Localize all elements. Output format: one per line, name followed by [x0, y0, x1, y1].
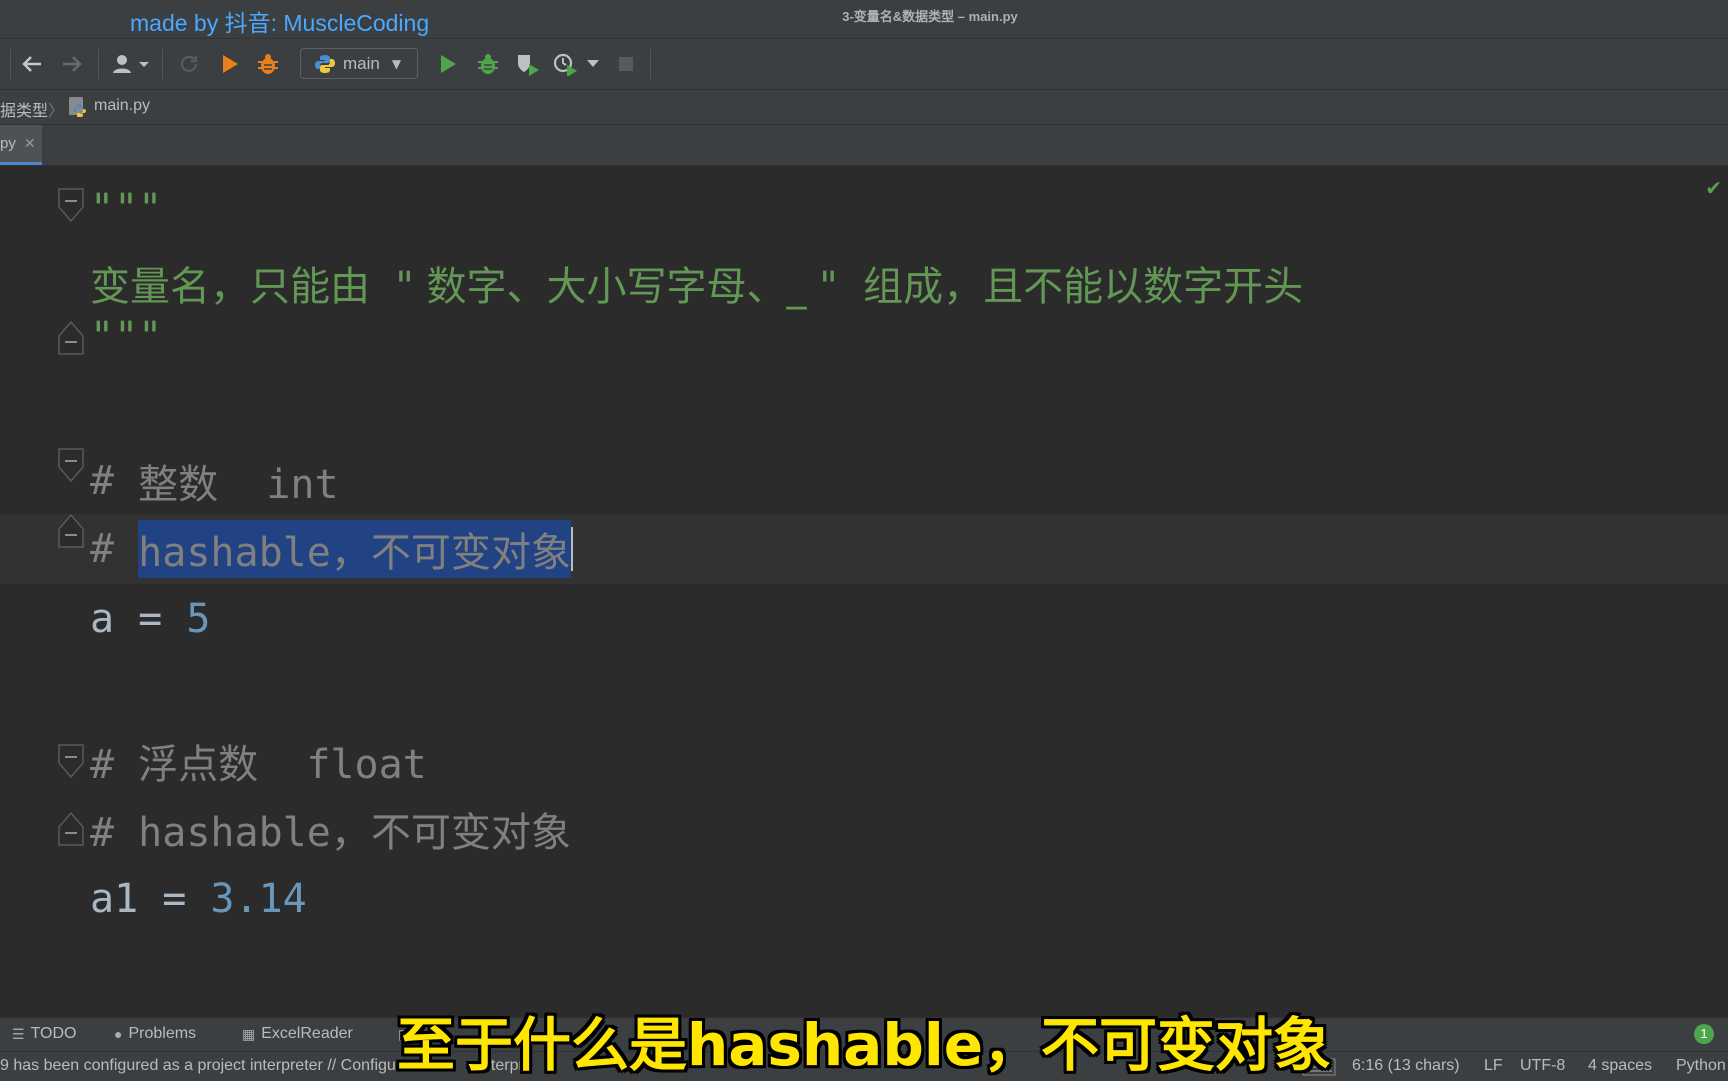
- text-caret: [570, 527, 573, 571]
- debug-bug-icon[interactable]: [254, 51, 282, 77]
- chevron-down-icon[interactable]: [582, 51, 604, 77]
- comment-hash: #: [90, 458, 139, 504]
- code-number: 5: [186, 596, 211, 642]
- fold-marker-icon[interactable]: [58, 512, 84, 548]
- python-icon: [315, 54, 335, 74]
- inspection-ok-icon[interactable]: ✔: [1705, 176, 1722, 200]
- code-line[interactable]: # hashable，不可变对象: [90, 794, 571, 864]
- fold-marker-icon[interactable]: [58, 188, 84, 224]
- chevron-down-icon: ▼: [391, 56, 402, 71]
- editor-tabs: py ✕: [0, 125, 1728, 166]
- code-line[interactable]: # 整数 int: [90, 446, 339, 516]
- toolbar-separator: [650, 49, 651, 79]
- user-icon[interactable]: [108, 51, 154, 77]
- fold-marker-icon[interactable]: [58, 810, 84, 846]
- breadcrumb-separator-icon: 〉: [48, 103, 65, 120]
- window-title: 3-变量名&数据类型 – main.py: [842, 9, 1018, 24]
- selected-text[interactable]: hashable，不可变对象: [138, 520, 571, 578]
- run-configuration-select[interactable]: main ▼: [300, 48, 418, 79]
- video-subtitle: 至于什么是hashable，不可变对象: [396, 1011, 1332, 1079]
- run-config-label: main: [343, 53, 380, 73]
- fold-marker-icon[interactable]: [58, 319, 84, 355]
- watermark-text: made by 抖音: MuscleCoding: [130, 10, 430, 36]
- code-line[interactable]: a1 = 3.14: [90, 864, 307, 934]
- title-bar: made by 抖音: MuscleCoding 3-变量名&数据类型 – ma…: [0, 0, 1728, 39]
- toolbar-separator: [98, 49, 99, 79]
- code-line[interactable]: """: [90, 174, 162, 244]
- code-editor[interactable]: ✔ """ 变量名，只能由 " 数字、大小写字母、_ " 组成，且不能以数字开头…: [0, 166, 1728, 1026]
- breadcrumb-folder[interactable]: 据类型: [0, 97, 48, 121]
- comment-text: 整数 int: [138, 462, 339, 508]
- code-number: 3.14: [210, 876, 307, 922]
- toolbar-separator: [10, 49, 11, 79]
- code-identifier: a1 =: [90, 876, 211, 922]
- code-line[interactable]: a = 5: [90, 584, 210, 654]
- code-identifier: a =: [90, 596, 187, 642]
- main-toolbar: main ▼: [0, 39, 1728, 90]
- tab-label: py: [0, 135, 16, 152]
- back-arrow-icon[interactable]: [18, 51, 46, 77]
- fold-marker-icon[interactable]: [58, 448, 84, 484]
- debug-icon[interactable]: [474, 51, 502, 77]
- forward-arrow-icon[interactable]: [58, 51, 86, 77]
- run-icon[interactable]: [434, 51, 462, 77]
- profile-icon[interactable]: [552, 51, 580, 77]
- code-line[interactable]: """: [90, 302, 162, 372]
- close-icon[interactable]: ✕: [24, 135, 36, 152]
- python-file-icon: [68, 96, 88, 123]
- breadcrumb: 据类型 〉 main.py: [0, 90, 1728, 125]
- code-line[interactable]: # hashable，不可变对象: [90, 514, 573, 584]
- tab-main-py[interactable]: py ✕: [0, 125, 42, 165]
- code-line[interactable]: 变量名，只能由 " 数字、大小写字母、_ " 组成，且不能以数字开头: [90, 248, 1303, 318]
- breadcrumb-file[interactable]: main.py: [94, 97, 150, 115]
- refresh-icon[interactable]: [175, 51, 203, 77]
- comment-hash: #: [90, 526, 139, 572]
- code-line[interactable]: # 浮点数 float: [90, 726, 427, 796]
- coverage-icon[interactable]: [514, 51, 542, 77]
- fold-marker-icon[interactable]: [58, 744, 84, 780]
- toolbar-separator: [162, 49, 163, 79]
- stop-icon[interactable]: [612, 51, 640, 77]
- run-file-icon[interactable]: [216, 51, 244, 77]
